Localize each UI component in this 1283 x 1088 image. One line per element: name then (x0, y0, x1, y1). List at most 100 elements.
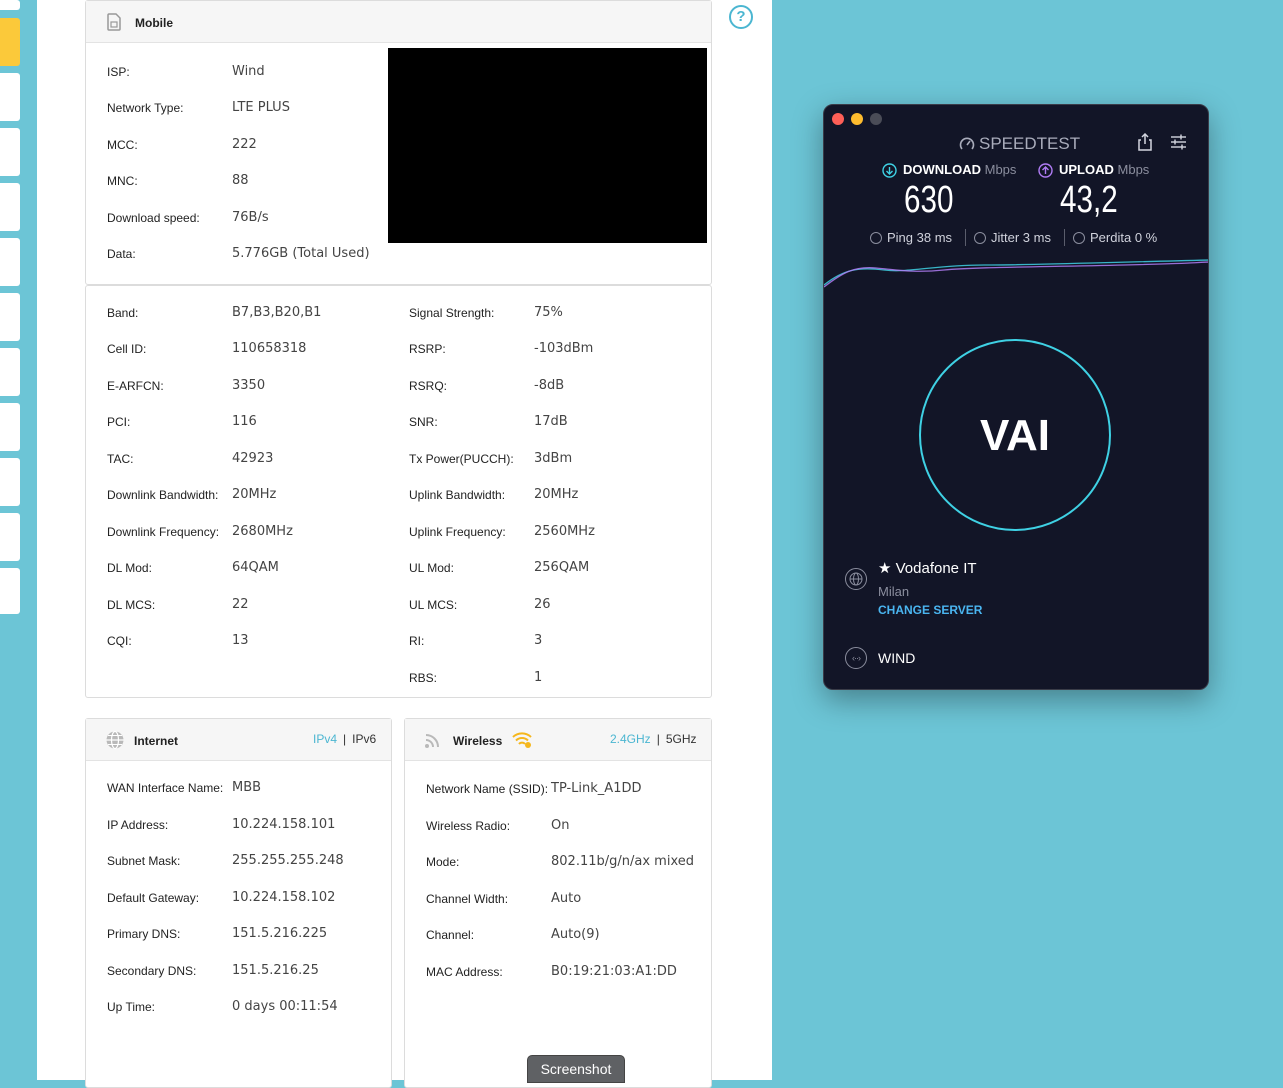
cell-right-value: 17dB (534, 414, 568, 429)
upload-arrow-icon (1038, 163, 1053, 178)
wireless-card-title: Wireless (453, 734, 503, 748)
minimize-window-button[interactable] (851, 113, 863, 125)
upload-value: 43,2 (1060, 179, 1118, 221)
default-gateway-label: Default Gateway: (107, 891, 200, 905)
sidebar-tab[interactable] (0, 293, 20, 341)
cell-right-label: RI: (409, 634, 425, 648)
cell-left-value: 64QAM (232, 560, 279, 575)
channel-width-value: Auto (551, 891, 582, 906)
primary-dns-label: Primary DNS: (107, 927, 181, 941)
up-time-label: Up Time: (107, 1000, 156, 1014)
cell-right-value: 26 (534, 597, 551, 612)
close-window-button[interactable] (832, 113, 844, 125)
sidebar-tab[interactable] (0, 513, 20, 561)
cell-right-value: 3dBm (534, 451, 573, 466)
jitter-label: Jitter (991, 230, 1020, 245)
mcc-value: 222 (232, 137, 257, 152)
secondary-dns-label: Secondary DNS: (107, 964, 197, 978)
sidebar-tab[interactable] (0, 348, 20, 396)
mac-address-value: B0:19:21:03:A1:DD (551, 964, 677, 979)
star-icon: ★ (878, 560, 892, 577)
stat-divider (1064, 229, 1065, 246)
change-server-link[interactable]: CHANGE SERVER (878, 603, 982, 617)
isp-value: Wind (232, 64, 265, 79)
cell-right-value: 3 (534, 633, 543, 648)
sidebar-tab-active[interactable] (0, 18, 20, 66)
sidebar-tab[interactable] (0, 183, 20, 231)
cell-right-value: 1 (534, 670, 543, 685)
sidebar-tab[interactable] (0, 458, 20, 506)
isp-label: ISP: (107, 65, 130, 79)
cell-right-label: RSRP: (409, 342, 446, 356)
cell-right-label: UL MCS: (409, 598, 458, 612)
cell-right-label: Uplink Frequency: (409, 525, 506, 539)
mnc-label: MNC: (107, 174, 138, 188)
server-city: Milan (878, 584, 910, 599)
default-gateway-value: 10.224.158.102 (232, 890, 336, 905)
cell-left-label: DL Mod: (107, 561, 152, 575)
sidebar-tab[interactable] (0, 73, 20, 121)
screenshot-button[interactable]: Screenshot (527, 1055, 625, 1083)
cell-left-value: 110658318 (232, 341, 307, 356)
cell-left-value: 2680MHz (232, 524, 293, 539)
packet-loss-stat: Perdita 0 % (1090, 230, 1157, 245)
download-unit: Mbps (984, 162, 1017, 177)
jitter-icon (974, 232, 986, 244)
cell-right-label: Tx Power(PUCCH): (409, 452, 514, 466)
download-arrow-icon (882, 163, 897, 178)
ipv4-toggle[interactable]: IPv4 (313, 732, 337, 746)
ipv6-toggle[interactable]: IPv6 (352, 732, 376, 746)
cell-left-value: 116 (232, 414, 257, 429)
cell-left-label: Downlink Frequency: (107, 525, 220, 539)
cell-right-label: Signal Strength: (409, 306, 495, 320)
packet-loss-icon (1073, 232, 1085, 244)
sidebar-tab[interactable] (0, 568, 20, 614)
sidebar-tab[interactable] (0, 128, 20, 176)
speedtest-window: SPEEDTEST DOWNLOAD Mbps 630 UPLOAD Mbps … (823, 104, 1209, 690)
download-speed-value: 76B/s (232, 210, 269, 225)
cell-left-value: 22 (232, 597, 249, 612)
primary-dns-value: 151.5.216.225 (232, 926, 328, 941)
mode-value: 802.11b/g/n/ax mixed (551, 854, 694, 869)
ip-address-label: IP Address: (107, 818, 169, 832)
jitter-value: 3 ms (1022, 230, 1051, 245)
data-value: 5.776GB (Total Used) (232, 246, 370, 261)
zoom-window-button[interactable] (870, 113, 882, 125)
mobile-card-header (86, 1, 711, 43)
cell-right-value: 75% (534, 305, 563, 320)
share-icon[interactable] (1137, 133, 1153, 151)
band-24ghz-toggle[interactable]: 2.4GHz (610, 732, 651, 746)
up-time-value: 0 days 00:11:54 (232, 999, 338, 1014)
settings-sliders-icon[interactable] (1170, 134, 1187, 150)
subnet-mask-value: 255.255.255.248 (232, 853, 344, 868)
mode-label: Mode: (426, 855, 460, 869)
globe-icon (106, 730, 124, 750)
band-5ghz-toggle[interactable]: 5GHz (666, 732, 697, 746)
help-icon[interactable]: ? (729, 5, 753, 29)
channel-value: Auto(9) (551, 927, 600, 942)
download-value: 630 (904, 179, 954, 221)
data-label: Data: (107, 247, 136, 261)
provider-name: WIND (878, 650, 916, 666)
mnc-value: 88 (232, 173, 249, 188)
cell-left-label: DL MCS: (107, 598, 156, 612)
speedtest-title: SPEEDTEST (979, 134, 1081, 153)
redacted-area (388, 48, 707, 243)
sidebar-tab[interactable] (0, 403, 20, 451)
cell-left-value: 42923 (232, 451, 274, 466)
mcc-label: MCC: (107, 138, 138, 152)
packet-loss-label: Perdita (1090, 230, 1132, 245)
secondary-dns-value: 151.5.216.25 (232, 963, 319, 978)
sidebar-tab[interactable] (0, 238, 20, 286)
server-globe-icon (845, 568, 867, 590)
cell-right-value: -103dBm (534, 341, 594, 356)
sidebar-tab[interactable] (0, 0, 20, 10)
cell-right-value: 20MHz (534, 487, 579, 502)
go-button-label[interactable]: VAI (919, 411, 1111, 461)
ping-icon (870, 232, 882, 244)
cell-left-value: 3350 (232, 378, 266, 393)
internet-card-title: Internet (134, 734, 179, 748)
network-type-value: LTE PLUS (232, 100, 290, 115)
channel-width-label: Channel Width: (426, 892, 509, 906)
ip-address-value: 10.224.158.101 (232, 817, 336, 832)
